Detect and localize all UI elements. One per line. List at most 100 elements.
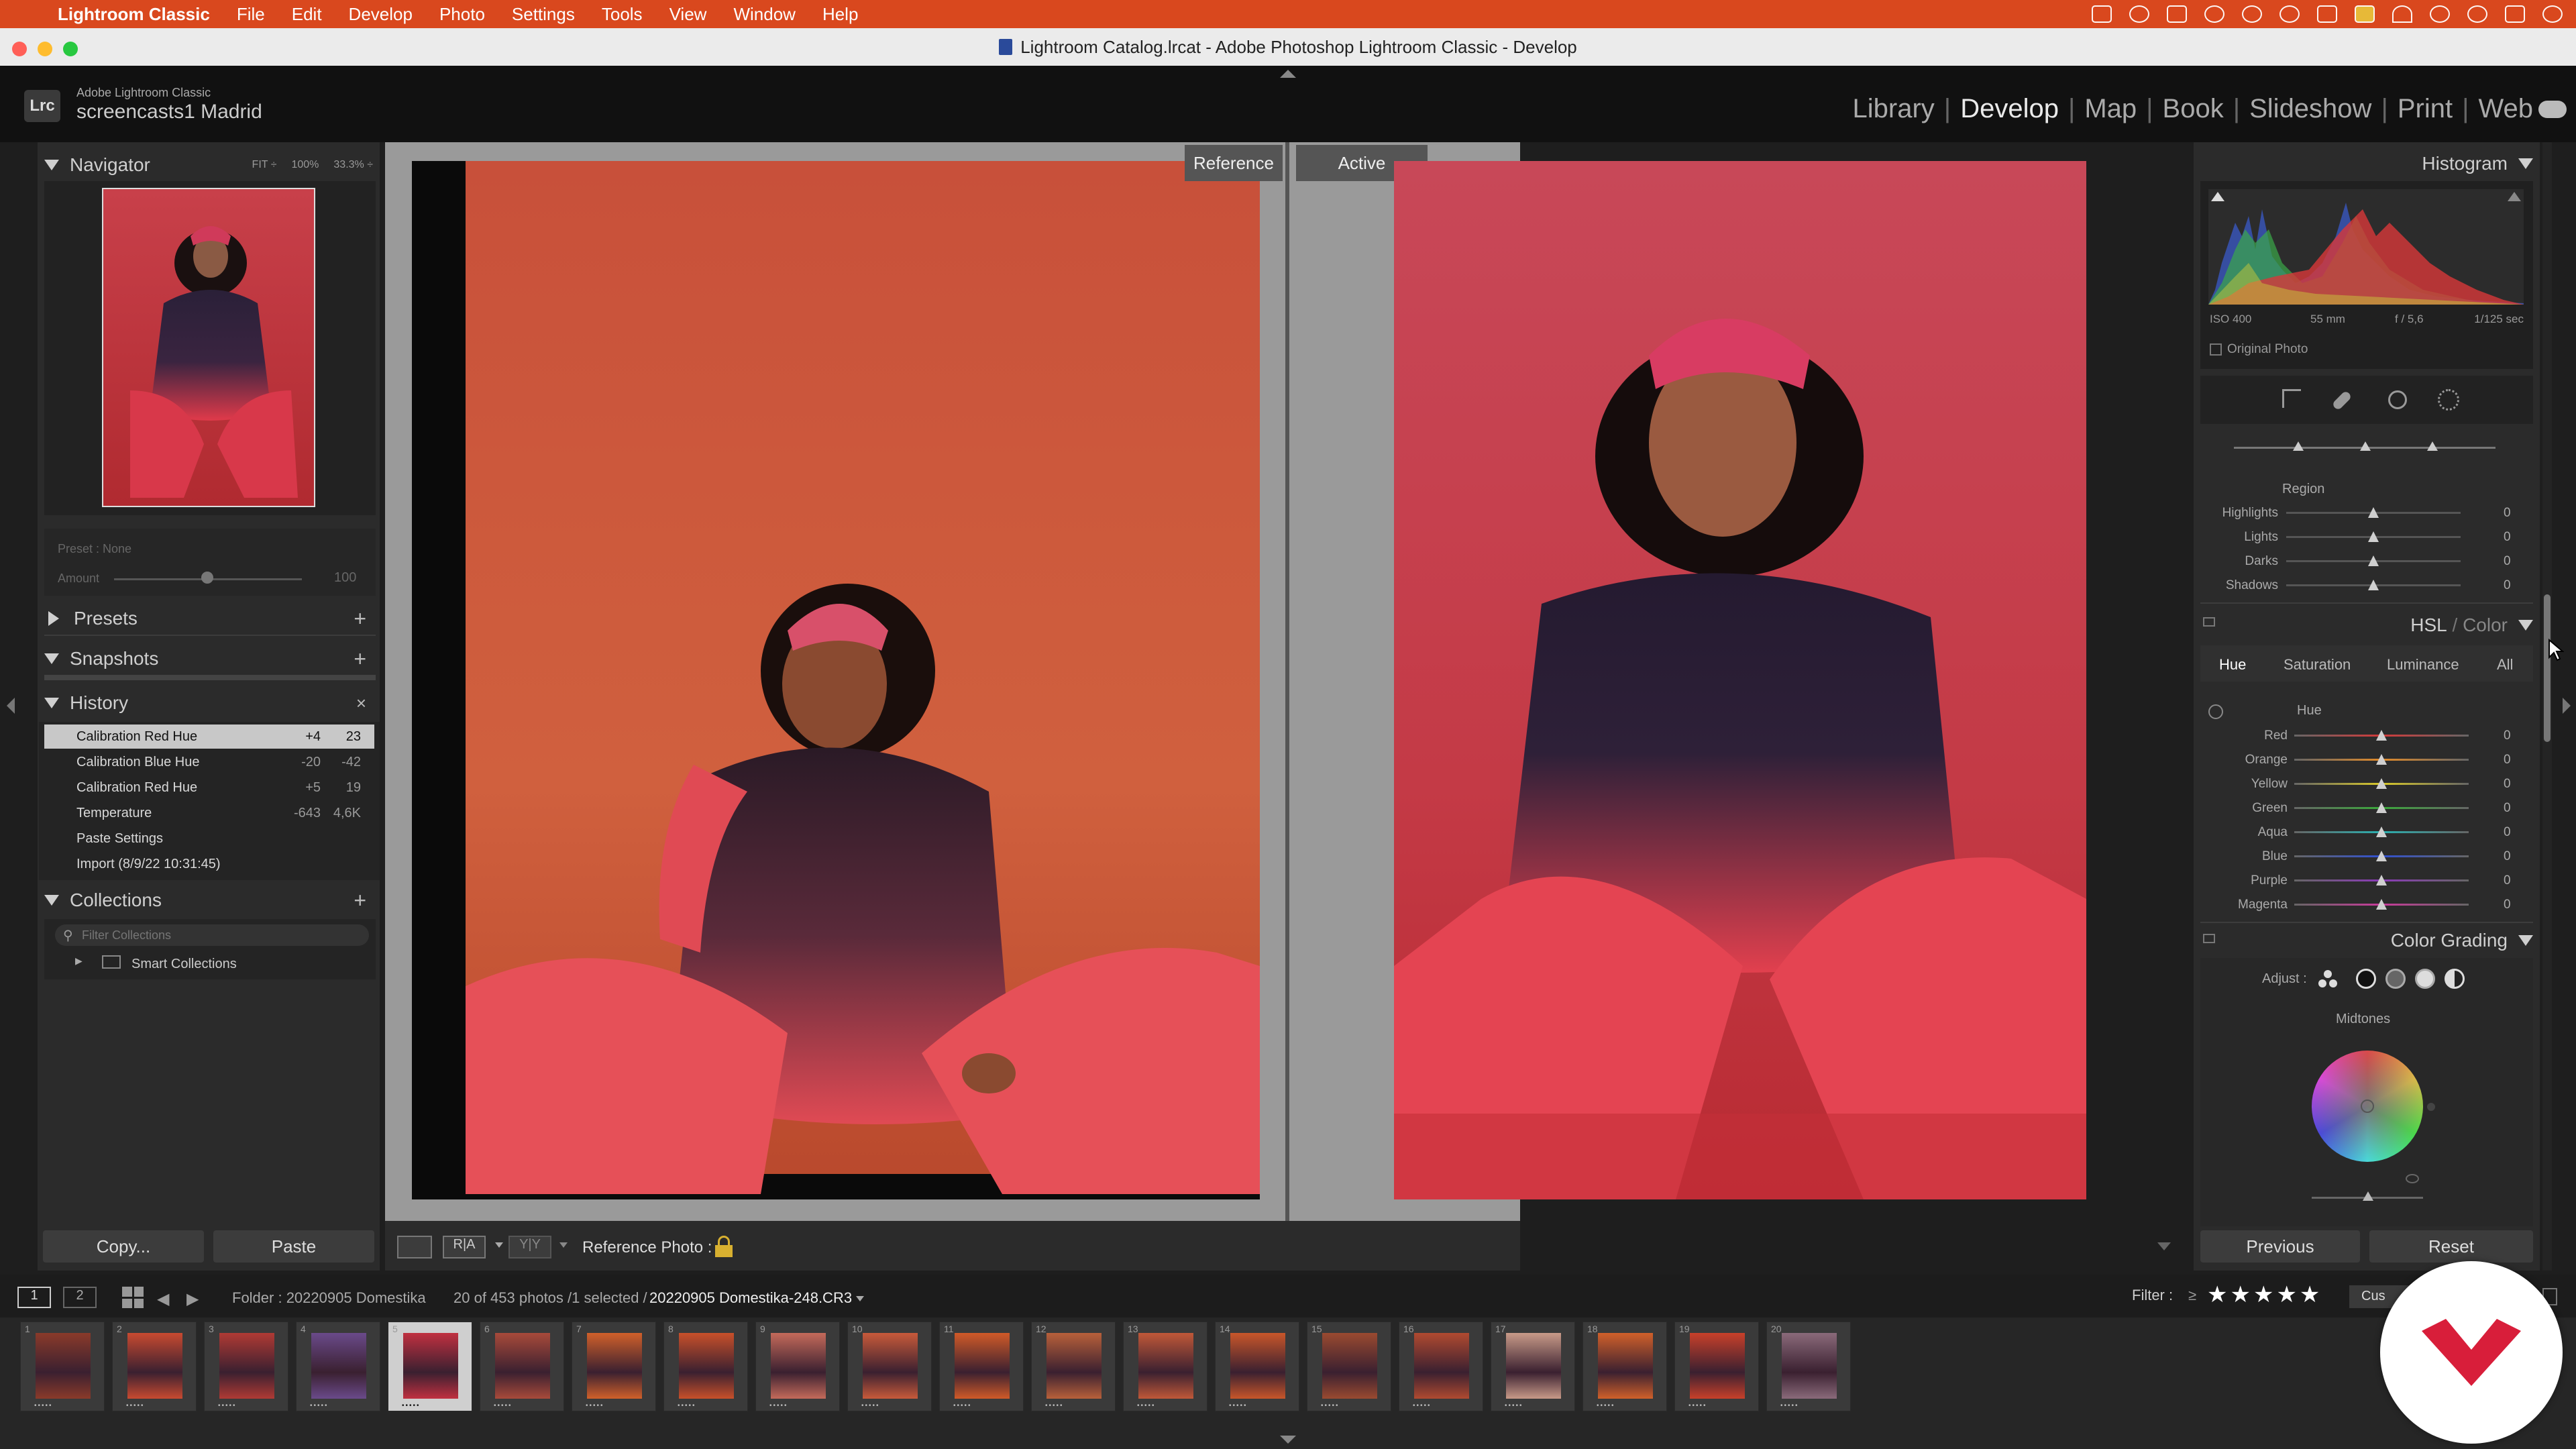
reference-photo[interactable] xyxy=(412,161,1260,1199)
wheel-handle[interactable] xyxy=(2427,1103,2435,1111)
filmstrip-thumbnail[interactable]: 6 ••••• xyxy=(480,1322,564,1411)
region-slider[interactable]: Shadows 0 xyxy=(2226,577,2514,593)
panel-toggle-switch[interactable] xyxy=(2203,934,2215,943)
region-slider[interactable]: Lights 0 xyxy=(2244,529,2514,545)
reset-button[interactable]: Reset xyxy=(2369,1230,2533,1263)
spotlight-search-icon[interactable] xyxy=(2467,5,2487,23)
slider-thumb[interactable] xyxy=(2368,555,2379,566)
slider-value[interactable]: 0 xyxy=(2504,729,2511,743)
filmstrip-thumbnail[interactable]: 2 ••••• xyxy=(112,1322,197,1411)
slider-value[interactable]: 0 xyxy=(2504,777,2511,792)
minimize-window-button[interactable] xyxy=(38,42,52,56)
presets-header[interactable]: Presets + xyxy=(48,605,376,632)
hsl-slider-red[interactable]: Red 0 xyxy=(2264,727,2516,743)
slider-value[interactable]: 0 xyxy=(2504,898,2511,912)
filmstrip-thumbnail[interactable]: 9 ••••• xyxy=(755,1322,840,1411)
history-item[interactable]: Calibration Blue Hue -20 -42 xyxy=(44,750,374,774)
filmstrip-thumbnail[interactable]: 20 ••••• xyxy=(1766,1322,1851,1411)
copy-settings-button[interactable]: Copy... xyxy=(43,1230,204,1263)
hsl-tab[interactable]: HSL xyxy=(2410,614,2447,636)
user-icon[interactable] xyxy=(2430,5,2450,23)
collections-filter-input[interactable] xyxy=(82,926,350,944)
menu-window[interactable]: Window xyxy=(733,4,795,25)
slider-thumb[interactable] xyxy=(2376,899,2387,910)
module-print[interactable]: Print xyxy=(2398,94,2453,124)
wifi-icon[interactable] xyxy=(2392,5,2412,23)
filmstrip-thumbnail[interactable]: 14 ••••• xyxy=(1215,1322,1299,1411)
hsl-tab-all[interactable]: All xyxy=(2497,656,2513,674)
reference-view-icon[interactable]: R|A xyxy=(443,1236,486,1258)
slider-thumb[interactable] xyxy=(2376,730,2387,741)
luminance-slider-thumb[interactable] xyxy=(2363,1191,2373,1201)
hsl-slider-blue[interactable]: Blue 0 xyxy=(2262,848,2516,864)
slider-value[interactable]: 0 xyxy=(2504,873,2511,888)
slider-thumb[interactable] xyxy=(2376,875,2387,885)
menu-file[interactable]: File xyxy=(237,4,265,25)
add-preset-button[interactable]: + xyxy=(354,606,366,631)
flag-icon[interactable] xyxy=(2355,5,2375,23)
midtones-wheel-icon[interactable] xyxy=(2385,969,2406,989)
filmstrip-thumbnail[interactable]: 1 ••••• xyxy=(20,1322,105,1411)
menu-view[interactable]: View xyxy=(669,4,707,25)
obs-icon[interactable] xyxy=(2129,5,2149,23)
slider-thumb[interactable] xyxy=(2368,507,2379,518)
history-item[interactable]: Calibration Red Hue +4 23 xyxy=(44,724,374,749)
slider-value[interactable]: 0 xyxy=(2504,506,2511,521)
zoom-100[interactable]: 100% xyxy=(291,159,319,171)
filter-operator[interactable]: ≥ xyxy=(2188,1287,2196,1304)
red-eye-icon[interactable] xyxy=(2388,390,2407,409)
filmstrip-thumbnail[interactable]: 10 ••••• xyxy=(847,1322,932,1411)
cloud-icon[interactable] xyxy=(2538,101,2567,118)
highlights-wheel-icon[interactable] xyxy=(2415,969,2435,989)
eye-icon[interactable] xyxy=(2406,1174,2419,1183)
slider-value[interactable]: 0 xyxy=(2504,554,2511,569)
menu-photo[interactable]: Photo xyxy=(439,4,485,25)
slider-thumb[interactable] xyxy=(2376,802,2387,813)
menu-app-name[interactable]: Lightroom Classic xyxy=(58,4,210,25)
hsl-color-header[interactable]: HSL / Color xyxy=(2281,612,2533,639)
slider-thumb[interactable] xyxy=(2368,531,2379,542)
app-s-icon[interactable] xyxy=(2167,5,2187,23)
module-book[interactable]: Book xyxy=(2163,94,2224,124)
top-panel-toggle-icon[interactable] xyxy=(1280,70,1296,78)
grid-view-icon[interactable] xyxy=(122,1287,144,1308)
before-after-icon[interactable]: Y|Y xyxy=(508,1236,551,1258)
bottom-panel-toggle-icon[interactable] xyxy=(1280,1436,1296,1444)
zoom-window-button[interactable] xyxy=(63,42,78,56)
screen-mirror-icon[interactable] xyxy=(2092,5,2112,23)
chevron-down-icon[interactable] xyxy=(559,1242,568,1248)
active-photo[interactable] xyxy=(1394,161,2086,1199)
midtones-color-wheel[interactable] xyxy=(2312,1051,2423,1162)
menu-edit[interactable]: Edit xyxy=(292,4,322,25)
panel-toggle-switch[interactable] xyxy=(2203,617,2215,627)
filmstrip-thumbnail[interactable]: 7 ••••• xyxy=(572,1322,656,1411)
filmstrip-thumbnail[interactable]: 12 ••••• xyxy=(1031,1322,1116,1411)
filmstrip-thumbnail[interactable]: 4 ••••• xyxy=(296,1322,380,1411)
filmstrip-thumbnail[interactable]: 17 ••••• xyxy=(1491,1322,1575,1411)
filmstrip-thumbnail[interactable]: 13 ••••• xyxy=(1123,1322,1208,1411)
module-develop[interactable]: Develop xyxy=(1960,94,2059,124)
chat-icon[interactable] xyxy=(2204,5,2224,23)
color-tab[interactable]: Color xyxy=(2463,614,2508,636)
paste-settings-button[interactable]: Paste xyxy=(213,1230,374,1263)
menu-tools[interactable]: Tools xyxy=(602,4,643,25)
slider-value[interactable]: 0 xyxy=(2504,849,2511,864)
lock-icon[interactable] xyxy=(715,1236,733,1257)
folder-source[interactable]: Folder : 20220905 Domestika xyxy=(232,1289,426,1307)
menu-help[interactable]: Help xyxy=(822,4,858,25)
left-panel-toggle-icon[interactable] xyxy=(7,698,15,714)
loupe-view-icon[interactable] xyxy=(397,1236,432,1258)
filmstrip-thumbnail[interactable]: 15 ••••• xyxy=(1307,1322,1391,1411)
three-way-icon[interactable] xyxy=(2318,970,2337,989)
slider-thumb[interactable] xyxy=(2376,754,2387,765)
add-snapshot-button[interactable]: + xyxy=(354,647,366,672)
hsl-slider-purple[interactable]: Purple 0 xyxy=(2251,872,2516,888)
shadows-wheel-icon[interactable] xyxy=(2356,969,2376,989)
clear-history-button[interactable]: × xyxy=(356,693,366,714)
slider-value[interactable]: 0 xyxy=(2504,753,2511,767)
filmstrip-thumbnail[interactable]: 8 ••••• xyxy=(663,1322,748,1411)
secondary-window-button[interactable]: 2 xyxy=(63,1287,97,1308)
slider-thumb[interactable] xyxy=(2368,580,2379,590)
forward-arrow-icon[interactable]: ▶ xyxy=(186,1289,199,1309)
chevron-down-icon[interactable] xyxy=(495,1242,503,1248)
